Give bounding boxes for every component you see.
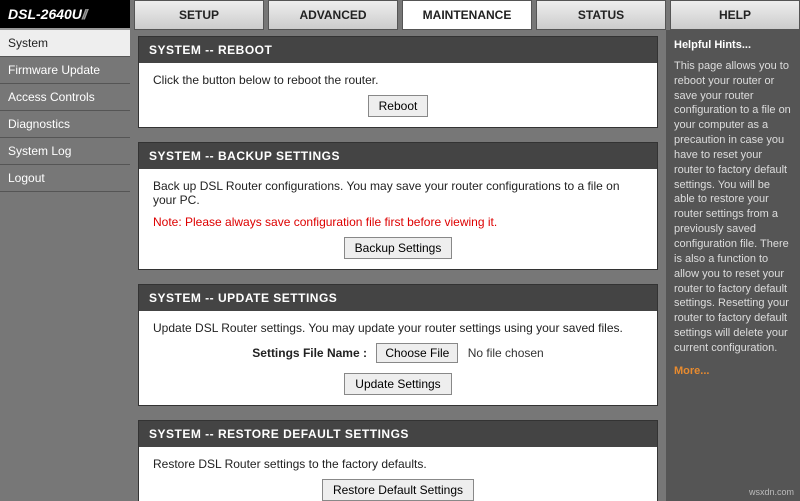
- panel-update-text: Update DSL Router settings. You may upda…: [153, 321, 643, 335]
- panel-restore: SYSTEM -- RESTORE DEFAULT SETTINGS Resto…: [138, 420, 658, 501]
- panel-restore-text: Restore DSL Router settings to the facto…: [153, 457, 643, 471]
- choose-file-button[interactable]: Choose File: [376, 343, 458, 363]
- panel-backup-note: Note: Please always save configuration f…: [153, 215, 643, 229]
- watermark: wsxdn.com: [749, 487, 794, 497]
- top-nav: SETUP ADVANCED MAINTENANCE STATUS HELP: [130, 0, 800, 30]
- restore-default-button[interactable]: Restore Default Settings: [322, 479, 474, 501]
- tab-help[interactable]: HELP: [670, 0, 800, 30]
- tab-setup[interactable]: SETUP: [134, 0, 264, 30]
- helpful-hints: Helpful Hints... This page allows you to…: [666, 30, 800, 501]
- model-label: DSL-2640U//: [0, 0, 130, 30]
- panel-update: SYSTEM -- UPDATE SETTINGS Update DSL Rou…: [138, 284, 658, 406]
- sidebar-item-system[interactable]: System: [0, 30, 130, 57]
- panel-backup-title: SYSTEM -- BACKUP SETTINGS: [139, 143, 657, 169]
- file-chosen-status: No file chosen: [468, 346, 544, 360]
- update-settings-button[interactable]: Update Settings: [344, 373, 451, 395]
- panel-reboot-title: SYSTEM -- REBOOT: [139, 37, 657, 63]
- panel-backup: SYSTEM -- BACKUP SETTINGS Back up DSL Ro…: [138, 142, 658, 270]
- tab-advanced[interactable]: ADVANCED: [268, 0, 398, 30]
- sidebar-item-access-controls[interactable]: Access Controls: [0, 84, 130, 111]
- tab-maintenance[interactable]: MAINTENANCE: [402, 0, 532, 30]
- panel-backup-text: Back up DSL Router configurations. You m…: [153, 179, 643, 207]
- sidebar-item-system-log[interactable]: System Log: [0, 138, 130, 165]
- panel-reboot-text: Click the button below to reboot the rou…: [153, 73, 643, 87]
- settings-file-label: Settings File Name :: [252, 346, 367, 360]
- sidebar-item-firmware-update[interactable]: Firmware Update: [0, 57, 130, 84]
- reboot-button[interactable]: Reboot: [368, 95, 429, 117]
- panel-update-title: SYSTEM -- UPDATE SETTINGS: [139, 285, 657, 311]
- sidebar-item-diagnostics[interactable]: Diagnostics: [0, 111, 130, 138]
- backup-settings-button[interactable]: Backup Settings: [344, 237, 453, 259]
- panel-reboot: SYSTEM -- REBOOT Click the button below …: [138, 36, 658, 128]
- sidebar-item-logout[interactable]: Logout: [0, 165, 130, 192]
- hints-more-link[interactable]: More...: [674, 364, 709, 379]
- tab-status[interactable]: STATUS: [536, 0, 666, 30]
- panel-restore-title: SYSTEM -- RESTORE DEFAULT SETTINGS: [139, 421, 657, 447]
- main-content: SYSTEM -- REBOOT Click the button below …: [130, 30, 666, 501]
- hints-title: Helpful Hints...: [674, 38, 792, 53]
- hints-body: This page allows you to reboot your rout…: [674, 59, 792, 356]
